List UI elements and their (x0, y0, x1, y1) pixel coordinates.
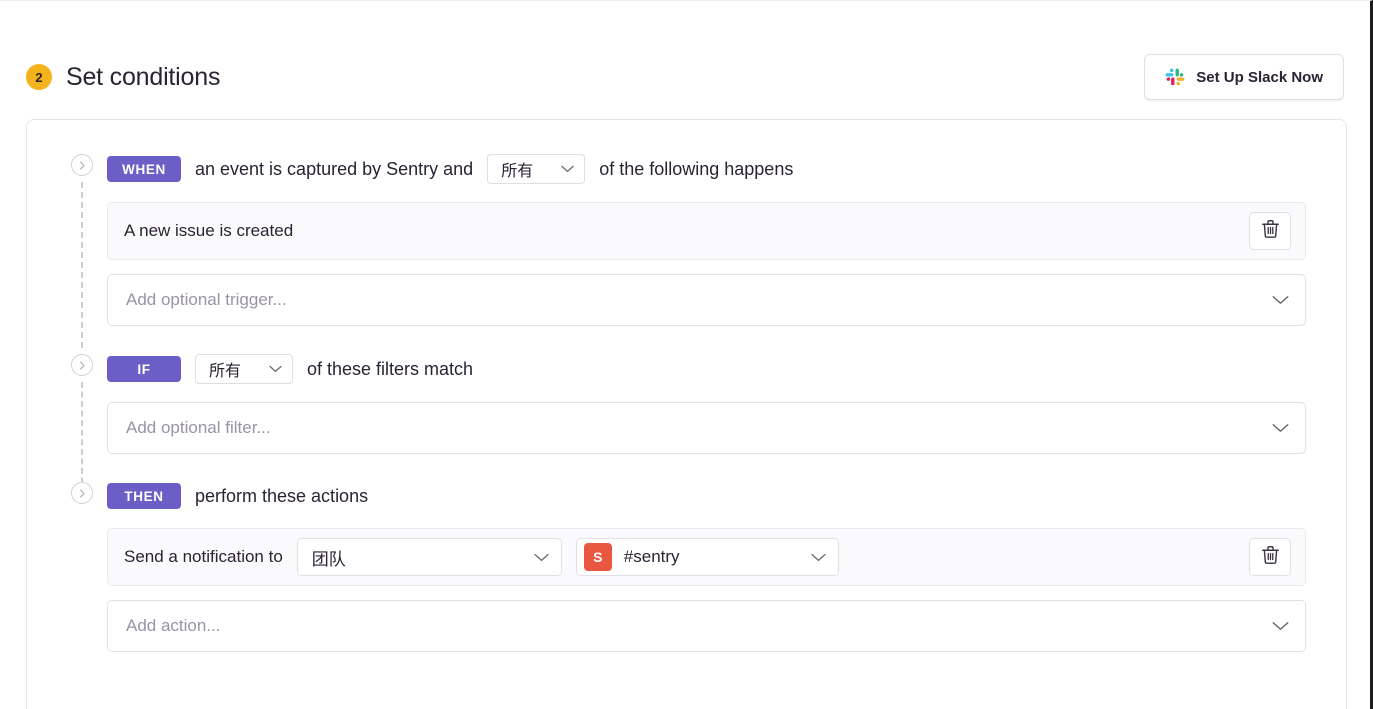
step-header: 2 Set conditions Set Up Slack Now (26, 49, 1344, 105)
add-optional-filter-select[interactable]: Add optional filter... (107, 402, 1306, 454)
chevron-down-icon (1272, 295, 1289, 305)
when-block: WHEN an event is captured by Sentry and … (67, 154, 1306, 348)
chevron-down-icon (534, 553, 549, 562)
notification-channel-value: #sentry (623, 547, 680, 566)
send-notification-label: Send a notification to (124, 547, 283, 566)
when-condition-label: A new issue is created (124, 221, 294, 240)
when-match-select[interactable]: 所有 (487, 154, 586, 184)
if-text-after: of these filters match (307, 358, 474, 379)
step-number-badge: 2 (26, 64, 52, 90)
delete-when-condition-button[interactable] (1249, 212, 1291, 250)
chevron-down-icon (1272, 423, 1289, 433)
add-action-placeholder: Add action... (126, 616, 221, 635)
chevron-down-icon (811, 553, 826, 562)
when-condition-label-wrap: A new issue is created (124, 221, 293, 241)
then-action-content: Send a notification to 团队 S #sentry (124, 538, 839, 576)
chevron-right-circle-icon[interactable] (71, 354, 93, 376)
then-headline: THEN perform these actions (107, 482, 1306, 510)
set-up-slack-now-button[interactable]: Set Up Slack Now (1144, 54, 1344, 100)
conditions-card: WHEN an event is captured by Sentry and … (26, 119, 1347, 709)
then-connector (67, 482, 97, 508)
trash-icon (1261, 545, 1279, 569)
slack-logo-icon (1165, 67, 1185, 87)
delete-action-button[interactable] (1249, 538, 1291, 576)
if-block: IF 所有 of these filters match Add optiona… (67, 354, 1306, 493)
trash-icon (1261, 219, 1279, 243)
if-keyword-badge: IF (107, 356, 181, 382)
when-text-after: of the following happens (599, 158, 794, 179)
if-match-select[interactable]: 所有 (195, 354, 293, 384)
add-action-select[interactable]: Add action... (107, 600, 1306, 652)
when-condition-row[interactable]: A new issue is created (107, 202, 1306, 260)
then-keyword-badge: THEN (107, 483, 181, 509)
when-match-select-value: 所有 (501, 163, 534, 180)
connector-dash-line (81, 382, 83, 493)
notification-target-select[interactable]: 团队 (296, 538, 562, 576)
add-optional-filter-placeholder: Add optional filter... (126, 418, 271, 437)
add-optional-trigger-placeholder: Add optional trigger... (126, 290, 287, 309)
chevron-right-circle-icon[interactable] (71, 154, 93, 176)
chevron-down-icon (269, 365, 282, 373)
notification-channel-select[interactable]: S #sentry (575, 538, 839, 576)
when-connector (67, 154, 97, 354)
if-connector (67, 354, 97, 499)
if-match-select-value: 所有 (209, 363, 242, 380)
page-title: Set conditions (66, 62, 221, 91)
page-viewport: 2 Set conditions Set Up Slack Now WHEN a… (0, 0, 1373, 709)
chevron-right-circle-icon[interactable] (71, 482, 93, 504)
then-text-after: perform these actions (195, 485, 369, 506)
when-text-before: an event is captured by Sentry and (195, 158, 474, 179)
set-up-slack-now-label: Set Up Slack Now (1196, 68, 1323, 86)
then-action-row[interactable]: Send a notification to 团队 S #sentry (107, 528, 1306, 586)
channel-value-group: S #sentry (583, 543, 680, 571)
connector-dash-line (81, 182, 83, 348)
chevron-down-icon (1272, 621, 1289, 631)
if-headline: IF 所有 of these filters match (107, 354, 1306, 384)
then-block: THEN perform these actions Send a notifi… (67, 482, 1306, 652)
add-optional-trigger-select[interactable]: Add optional trigger... (107, 274, 1306, 326)
when-keyword-badge: WHEN (107, 156, 181, 182)
when-headline: WHEN an event is captured by Sentry and … (107, 154, 1306, 184)
notification-target-value: 团队 (311, 549, 346, 569)
slack-workspace-chip: S (583, 543, 612, 571)
step-title-group: 2 Set conditions (26, 63, 220, 92)
chevron-down-icon (561, 165, 574, 173)
